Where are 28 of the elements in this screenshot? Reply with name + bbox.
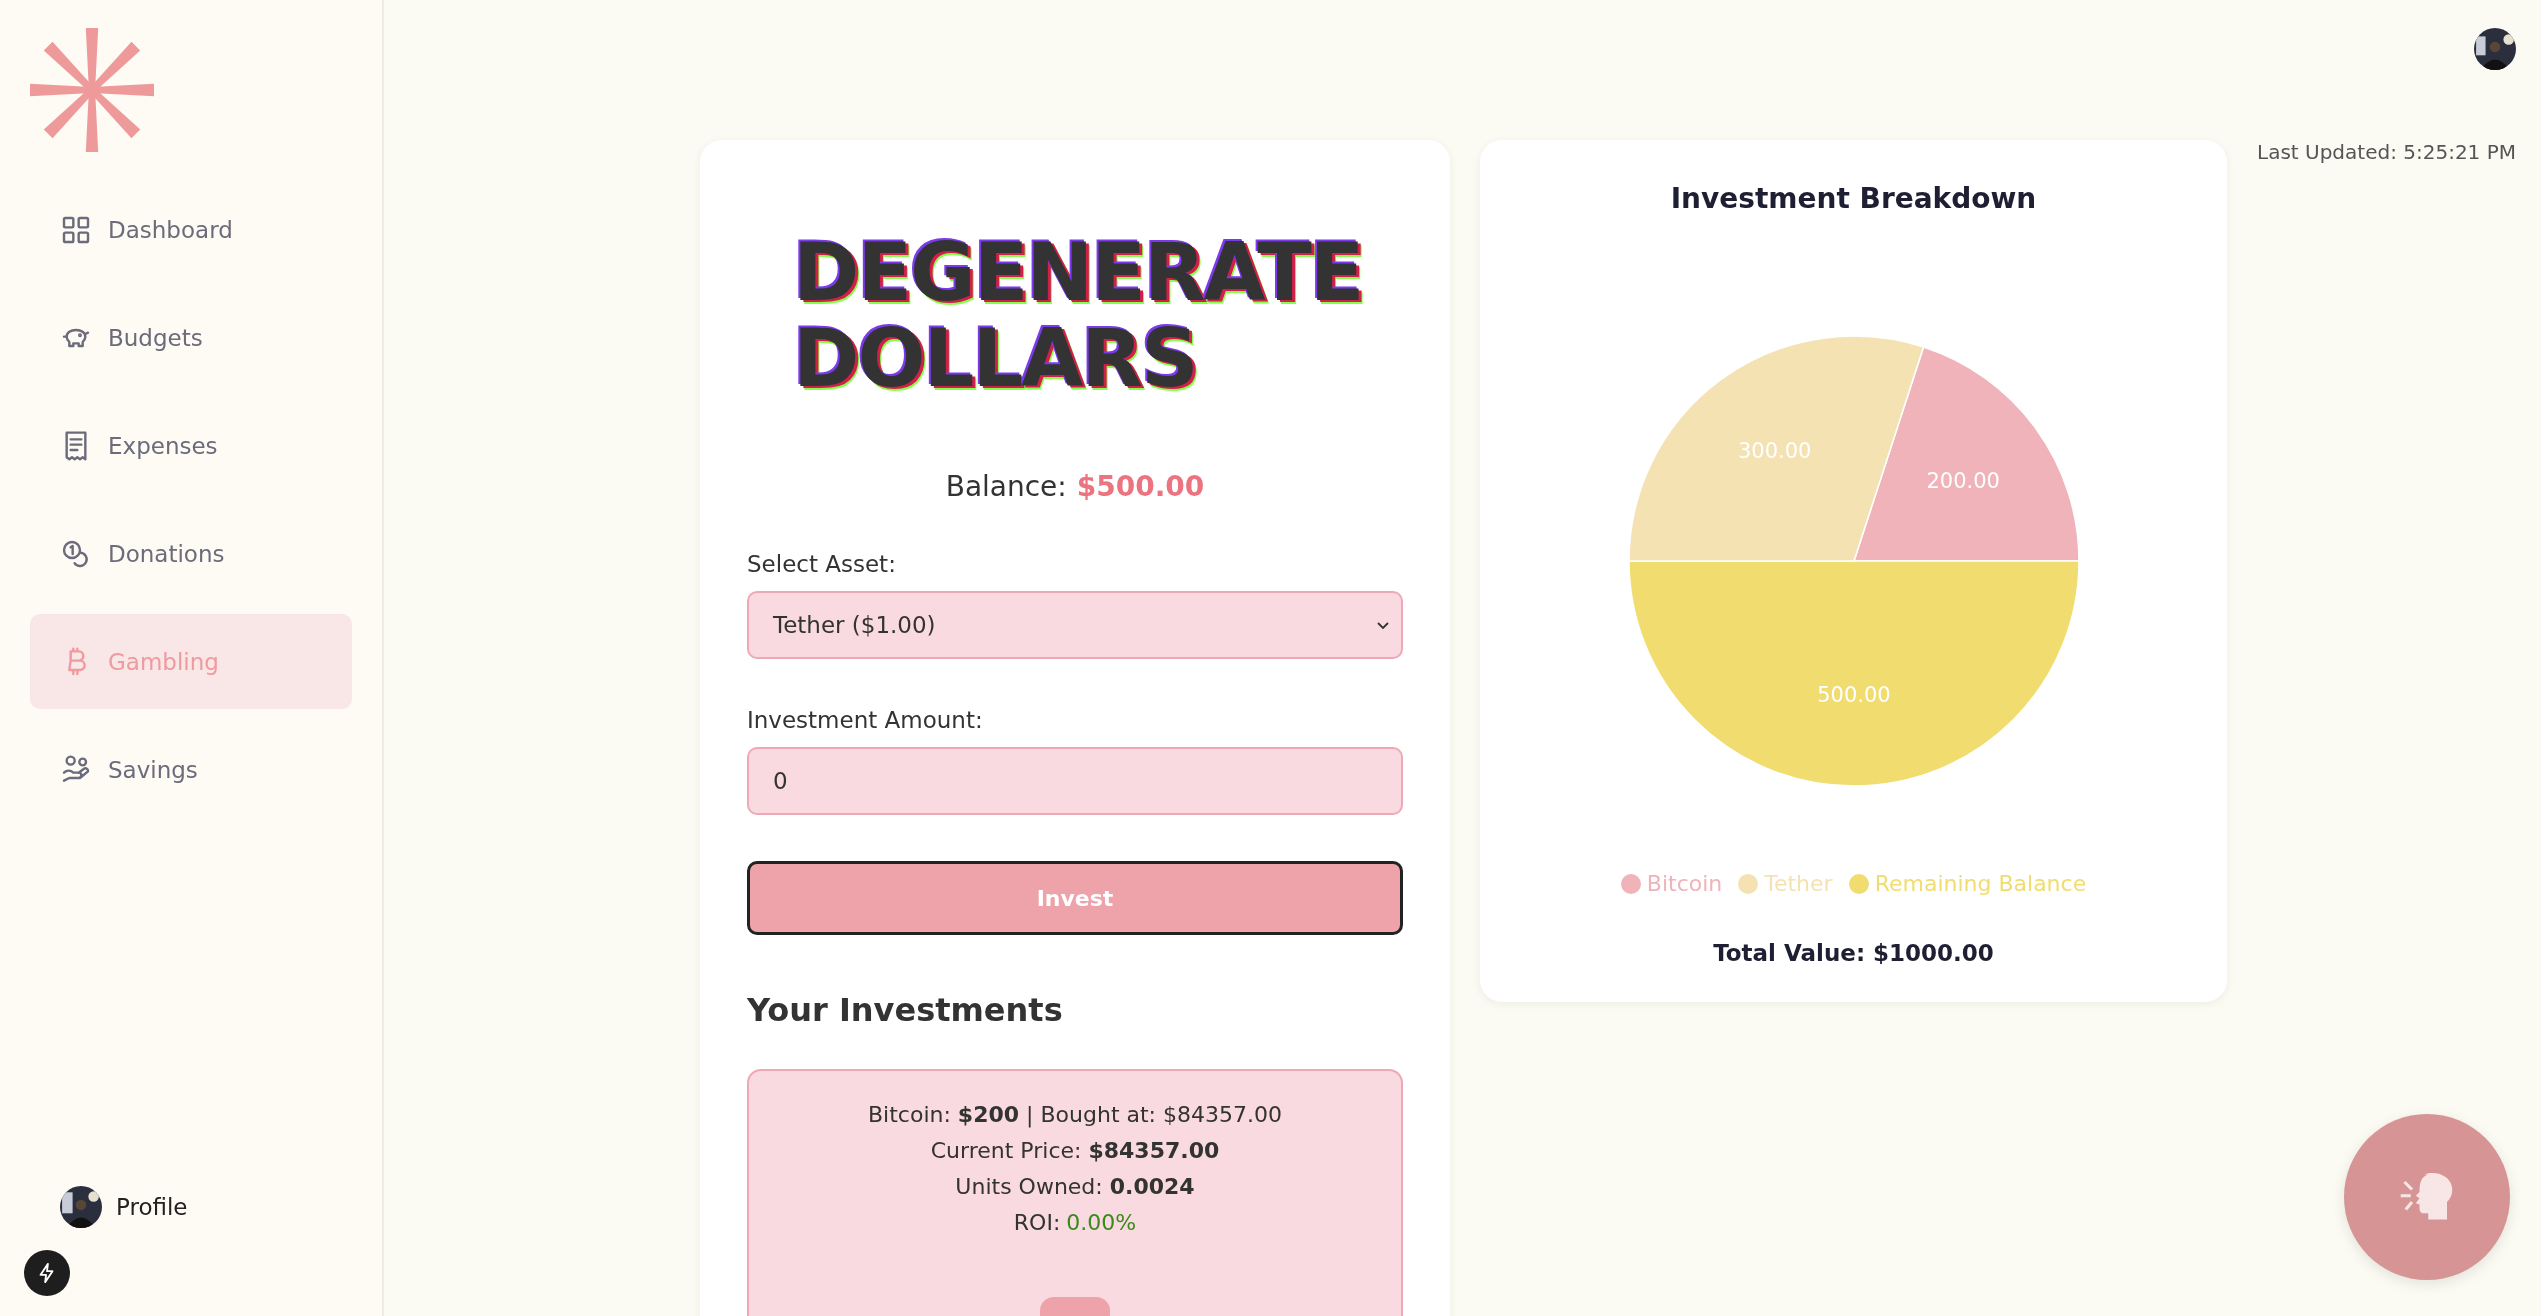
slice-label: 500.00 bbox=[1816, 683, 1891, 707]
sidebar-item[interactable]: Donations bbox=[30, 506, 352, 601]
section-heading: Your Investments bbox=[747, 991, 1064, 1029]
amount-field[interactable]: 0 bbox=[747, 747, 1403, 815]
roi-value: 0.00% bbox=[1066, 1209, 1137, 1237]
investment-detail: Bitcoin: $200 | Bought at: $84357.00 bbox=[868, 1101, 1282, 1130]
balance-label: Balance: bbox=[945, 470, 1067, 503]
sidebar-item[interactable]: Expenses bbox=[30, 398, 352, 493]
field-label: Investment Amount: bbox=[747, 707, 984, 733]
lightning-button[interactable] bbox=[24, 1250, 70, 1296]
total-value: Total Value: $1000.00 bbox=[1713, 940, 1994, 966]
app-title: DOLLARS bbox=[793, 316, 1197, 402]
roi-label: ROI: bbox=[1013, 1209, 1061, 1237]
sidebar-item[interactable]: Budgets bbox=[30, 290, 352, 385]
last-updated: Last Updated: 5:25:21 PM bbox=[2257, 140, 2516, 164]
logo-icon bbox=[30, 28, 154, 152]
app-title: DEGENERATE bbox=[793, 230, 1363, 316]
chart-title: Investment Breakdown bbox=[1670, 182, 2037, 215]
field-label: Select Asset: bbox=[747, 551, 897, 577]
sidebar-item[interactable]: Savings bbox=[30, 722, 352, 817]
slice-label: 300.00 bbox=[1737, 438, 1811, 463]
balance-value: $500.00 bbox=[1076, 470, 1205, 503]
sidebar-item[interactable]: Dashboard bbox=[30, 182, 352, 277]
investment-detail: Units Owned: 0.0024 bbox=[955, 1173, 1195, 1201]
slice-label: 200.00 bbox=[1926, 468, 2000, 493]
investment-detail: Current Price: $84357.00 bbox=[930, 1137, 1220, 1165]
asset-select[interactable]: Tether ($1.00) bbox=[747, 591, 1403, 659]
profile-link[interactable]: Profile bbox=[116, 1194, 188, 1220]
